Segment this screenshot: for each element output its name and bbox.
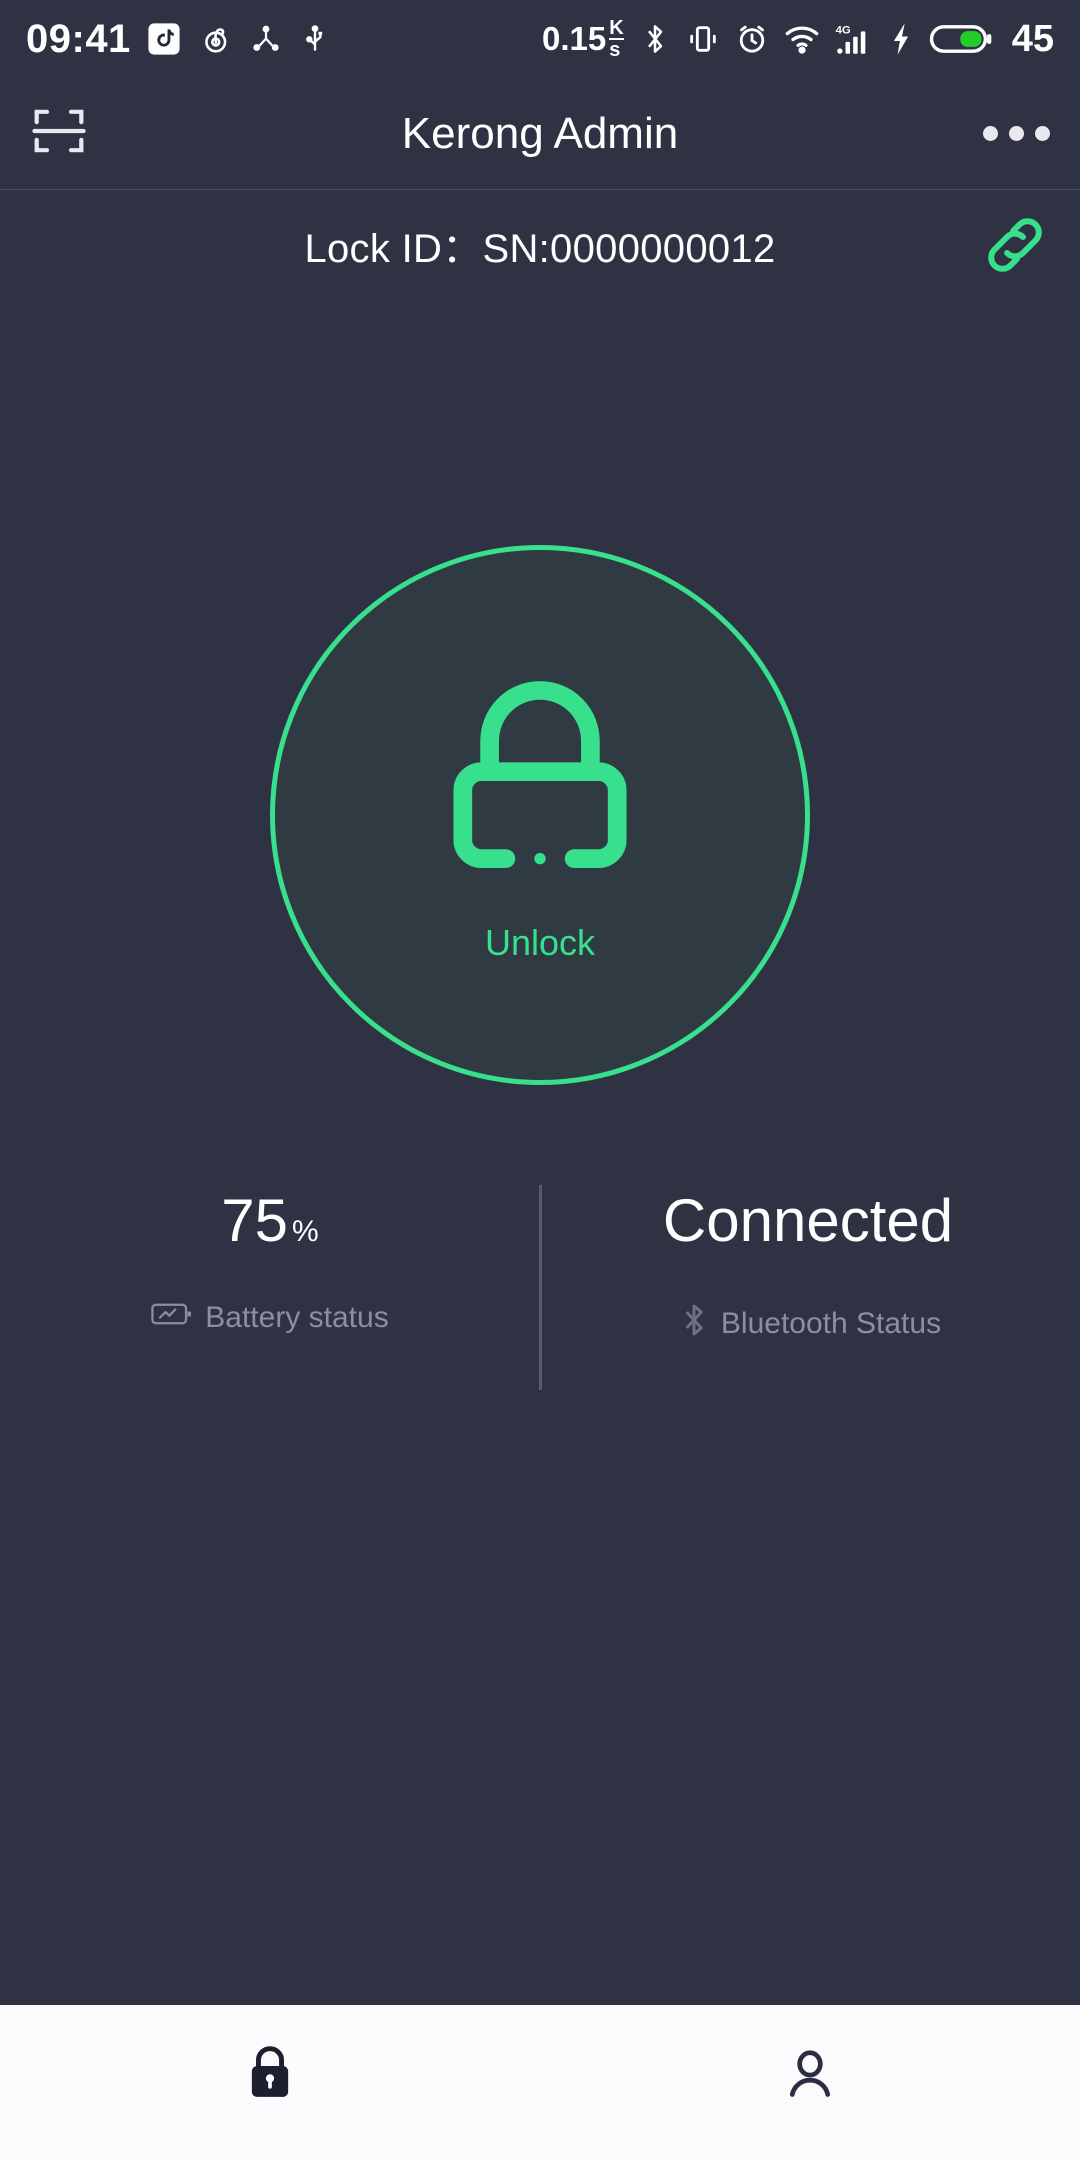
network-speed-unit: K s: [609, 17, 624, 61]
battery-status-label: Battery status: [205, 1301, 389, 1334]
battery-percent-text: 45: [1011, 17, 1054, 60]
padlock-outline-icon: [410, 662, 670, 927]
bluetooth-status-label: Bluetooth Status: [720, 1307, 942, 1340]
qr-scan-icon[interactable]: [30, 102, 88, 165]
battery-charge-icon: [151, 1301, 193, 1335]
stat-battery: 75 % Battery status: [0, 1180, 540, 1395]
lock-id-label: Lock ID：SN:0000000012: [304, 227, 776, 271]
dot-2: [1009, 126, 1024, 141]
app-bar: Kerong Admin: [0, 78, 1080, 190]
bluetooth-status-value: Connected: [663, 1186, 957, 1255]
bottom-navigation: [0, 2005, 1080, 2160]
bluetooth-status-sub: Bluetooth Status: [679, 1301, 941, 1347]
alarm-icon: [735, 22, 769, 56]
battery-status-sub: Battery status: [151, 1301, 389, 1335]
stats-divider: [539, 1185, 542, 1390]
svg-text:4G: 4G: [835, 24, 850, 36]
dot-1: [983, 126, 998, 141]
status-bar-left: 09:41: [26, 17, 331, 62]
battery-icon: [929, 22, 993, 56]
battery-status-value: 75 %: [221, 1186, 318, 1255]
dot-3: [1035, 126, 1050, 141]
battery-status-suffix: %: [292, 1215, 319, 1248]
charging-bolt-icon: [888, 22, 914, 56]
unlock-label: Unlock: [484, 922, 596, 963]
usb-icon: [299, 23, 331, 55]
bluetooth-status-text: Connected: [662, 1187, 954, 1254]
status-stats: 75 % Battery status Connected Bluetooth …: [0, 1180, 1080, 1395]
netease-music-icon: [197, 21, 233, 57]
vibrate-icon: [686, 22, 720, 56]
network-speed: 0.15 K s: [542, 18, 624, 60]
nav-item-profile[interactable]: [540, 2005, 1080, 2160]
page-title: Kerong Admin: [401, 108, 679, 158]
network-speed-value: 0.15: [542, 20, 607, 57]
bluetooth-icon: [679, 1301, 709, 1347]
stat-bluetooth: Connected Bluetooth Status: [540, 1180, 1080, 1395]
unlock-circle[interactable]: Unlock: [270, 545, 810, 1085]
status-bar-right: 0.15 K s 4G 45: [542, 18, 1054, 61]
person-outline-icon: [777, 2040, 843, 2111]
tiktok-icon: [147, 22, 181, 56]
status-bar: 09:41 0.15 K s 4G 45: [0, 0, 1080, 78]
lock-filled-icon: [237, 2040, 303, 2111]
unlock-button[interactable]: Unlock: [270, 545, 810, 1085]
wifi-icon: [784, 24, 820, 54]
signal-4g-icon: 4G: [835, 22, 873, 56]
battery-status-number: 75: [221, 1187, 289, 1254]
chain-link-icon[interactable]: [978, 208, 1052, 287]
more-options-icon[interactable]: [983, 126, 1050, 141]
status-bar-clock: 09:41: [26, 16, 131, 61]
lock-id-row: Lock ID：SN:0000000012: [0, 190, 1080, 300]
nav-item-lock[interactable]: [0, 2005, 540, 2160]
bluetooth-icon: [639, 21, 671, 57]
share-icon: [249, 22, 283, 56]
